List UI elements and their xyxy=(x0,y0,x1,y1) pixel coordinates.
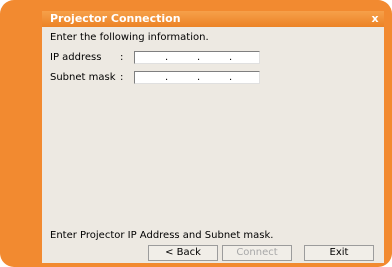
ip-address-colon: : xyxy=(120,52,124,63)
ip-address-separator: . xyxy=(165,52,169,63)
ip-address-separator: . xyxy=(197,52,201,63)
ip-address-label: IP address xyxy=(50,52,102,63)
back-button[interactable]: < Back xyxy=(148,245,218,261)
connect-button[interactable]: Connect xyxy=(222,245,292,261)
ip-address-input[interactable]: . . . xyxy=(134,51,260,64)
subnet-mask-label: Subnet mask xyxy=(50,72,116,83)
instruction-text: Enter the following information. xyxy=(50,32,209,43)
status-text: Enter Projector IP Address and Subnet ma… xyxy=(50,230,274,241)
dialog-body: Enter the following information. IP addr… xyxy=(42,27,384,263)
subnet-mask-separator: . xyxy=(229,72,233,83)
ip-address-separator: . xyxy=(229,52,233,63)
subnet-mask-separator: . xyxy=(197,72,201,83)
close-icon[interactable]: x xyxy=(368,12,382,26)
exit-button[interactable]: Exit xyxy=(304,245,374,261)
window-title: Projector Connection xyxy=(50,12,181,25)
title-bar[interactable]: Projector Connection x xyxy=(42,11,384,27)
subnet-mask-input[interactable]: . . . xyxy=(134,71,260,84)
dialog-frame: Projector Connection x Enter the followi… xyxy=(0,0,392,267)
subnet-mask-separator: . xyxy=(165,72,169,83)
subnet-mask-colon: : xyxy=(120,72,124,83)
